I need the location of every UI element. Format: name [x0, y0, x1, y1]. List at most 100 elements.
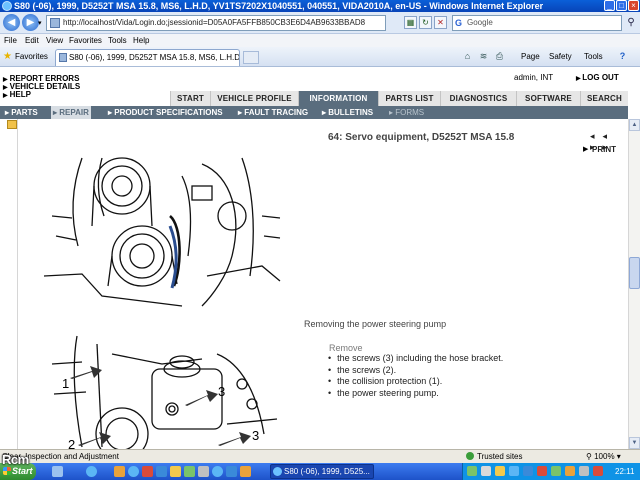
- windows-logo-icon: [3, 467, 11, 475]
- ie-quicklaunch-icon[interactable]: [86, 466, 97, 477]
- tab-start[interactable]: START: [170, 91, 210, 106]
- quicklaunch-icon[interactable]: [128, 466, 139, 477]
- menu-tools[interactable]: Tools: [108, 34, 127, 47]
- quicklaunch-icon[interactable]: [170, 466, 181, 477]
- favorites-button[interactable]: Favorites: [15, 51, 48, 62]
- tray-icon[interactable]: [495, 466, 505, 476]
- tab-diagnostics[interactable]: DIAGNOSTICS: [440, 91, 516, 106]
- subnav-repair[interactable]: ▸ REPAIR: [51, 106, 91, 119]
- show-desktop-icon[interactable]: [52, 466, 63, 477]
- search-placeholder: Google: [467, 18, 493, 27]
- illustration-top: [43, 157, 281, 307]
- refresh-icon[interactable]: ↻: [419, 16, 432, 29]
- subnav-fault-tracing[interactable]: ▸ FAULT TRACING: [238, 106, 308, 119]
- quicklaunch-icon[interactable]: [114, 466, 125, 477]
- close-button[interactable]: ×: [628, 0, 639, 11]
- home-icon[interactable]: ⌂: [462, 51, 473, 62]
- quicklaunch-icon[interactable]: [212, 466, 223, 477]
- logout-link[interactable]: ▶ LOG OUT: [576, 73, 619, 84]
- list-item: the power steering pump.: [329, 388, 503, 400]
- trusted-sites-icon: [466, 452, 474, 460]
- security-zone[interactable]: Trusted sites: [466, 451, 523, 463]
- menu-favorites[interactable]: Favorites: [69, 34, 102, 47]
- zoom-level[interactable]: ⚲ 100% ▾: [586, 451, 621, 463]
- tray-icon[interactable]: [481, 466, 491, 476]
- print-link[interactable]: PRINT: [592, 145, 616, 155]
- compat-view-icon[interactable]: ▦: [404, 16, 417, 29]
- search-icon[interactable]: ⚲: [624, 16, 638, 30]
- steps-list: the screws (3) including the hose bracke…: [329, 353, 503, 399]
- tray-icon[interactable]: [467, 466, 477, 476]
- print-toolbar-icon[interactable]: ⎙: [494, 51, 505, 62]
- scroll-thumb[interactable]: [629, 257, 640, 289]
- callout-1: 1: [62, 376, 69, 391]
- minimize-button[interactable]: _: [604, 0, 615, 11]
- document-folder-icon[interactable]: [7, 120, 17, 129]
- favorites-bar: ★ Favorites S80 (-06), 1999, D5252T MSA …: [0, 47, 640, 67]
- browser-tab[interactable]: S80 (-06), 1999, D5252T MSA 15.8, MS6, L…: [55, 49, 240, 66]
- sub-navigation: ▸ PARTS ▸ REPAIR ▸ PRODUCT SPECIFICATION…: [0, 106, 628, 119]
- tools-menu[interactable]: Tools: [584, 51, 603, 62]
- tab-vehicle-profile[interactable]: VEHICLE PROFILE: [210, 91, 298, 106]
- taskbar-item-ie[interactable]: S80 (-06), 1999, D525...: [270, 464, 374, 479]
- user-name: admin, INT: [514, 73, 554, 82]
- favorites-star-icon[interactable]: ★: [3, 51, 12, 62]
- ie-logo-icon: [273, 467, 282, 476]
- back-button[interactable]: ◀: [3, 14, 20, 31]
- subnav-parts[interactable]: ▸ PARTS: [5, 106, 38, 119]
- tab-information[interactable]: INFORMATION: [298, 91, 378, 106]
- tray-icon[interactable]: [551, 466, 561, 476]
- tab-parts-list[interactable]: PARTS LIST: [378, 91, 440, 106]
- address-input[interactable]: http://localhost/Vida/Login.do;jsessioni…: [46, 15, 386, 31]
- tab-search[interactable]: SEARCH: [580, 91, 628, 106]
- scroll-up-icon[interactable]: ▲: [629, 119, 640, 131]
- list-item: the screws (3) including the hose bracke…: [329, 353, 503, 365]
- quicklaunch-icon[interactable]: [156, 466, 167, 477]
- search-input[interactable]: G Google: [452, 15, 622, 31]
- arrow-right-icon: ▶: [583, 146, 589, 153]
- document-title: 64: Servo equipment, D5252T MSA 15.8: [328, 132, 515, 143]
- quicklaunch-icon[interactable]: [240, 466, 251, 477]
- help-icon[interactable]: ?: [617, 51, 628, 62]
- feeds-icon[interactable]: ≋: [478, 51, 489, 62]
- menu-edit[interactable]: Edit: [25, 34, 39, 47]
- menu-file[interactable]: File: [4, 34, 17, 47]
- vertical-scrollbar[interactable]: ▲ ▼: [628, 119, 640, 449]
- quicklaunch-icon[interactable]: [142, 466, 153, 477]
- tray-icon[interactable]: [593, 466, 603, 476]
- document-gutter: [0, 119, 18, 449]
- quicklaunch-icon[interactable]: [184, 466, 195, 477]
- url-text: http://localhost/Vida/Login.do;jsessioni…: [63, 18, 366, 27]
- scroll-down-icon[interactable]: ▼: [629, 437, 640, 449]
- page-menu[interactable]: Page: [521, 51, 540, 62]
- subnav-product-specifications[interactable]: ▸ PRODUCT SPECIFICATIONS: [108, 106, 223, 119]
- window-title-bar[interactable]: S80 (-06), 1999, D5252T MSA 15.8, MS6, L…: [0, 0, 640, 12]
- safety-menu[interactable]: Safety: [549, 51, 572, 62]
- window-title: S80 (-06), 1999, D5252T MSA 15.8, MS6, L…: [14, 1, 544, 11]
- callout-3b: 3: [252, 428, 259, 443]
- tray-icon[interactable]: [565, 466, 575, 476]
- quicklaunch-icon[interactable]: [198, 466, 209, 477]
- tab-software[interactable]: SOFTWARE: [516, 91, 580, 106]
- list-item: the collision protection (1).: [329, 376, 503, 388]
- history-dropdown-icon[interactable]: ▾: [38, 20, 42, 28]
- menu-view[interactable]: View: [46, 34, 63, 47]
- tab-page-icon: [59, 53, 67, 62]
- menu-help[interactable]: Help: [133, 34, 149, 47]
- stop-icon[interactable]: ✕: [434, 16, 447, 29]
- new-tab-button[interactable]: [243, 51, 259, 64]
- forward-button[interactable]: ▶: [22, 14, 39, 31]
- google-icon: G: [455, 18, 463, 28]
- quicklaunch-icon[interactable]: [226, 466, 237, 477]
- ie-logo-icon: [2, 1, 12, 11]
- tray-icon[interactable]: [509, 466, 519, 476]
- tray-icon[interactable]: [537, 466, 547, 476]
- tray-icon[interactable]: [579, 466, 589, 476]
- menu-bar: File Edit View Favorites Tools Help: [0, 34, 640, 47]
- clock[interactable]: 22:11: [615, 463, 634, 480]
- subnav-bulletins[interactable]: ▸ BULLETINS: [322, 106, 373, 119]
- tray-icon[interactable]: [523, 466, 533, 476]
- callout-3a: 3: [218, 384, 225, 399]
- maximize-button[interactable]: □: [616, 0, 627, 11]
- zoom-icon: ⚲: [586, 452, 595, 461]
